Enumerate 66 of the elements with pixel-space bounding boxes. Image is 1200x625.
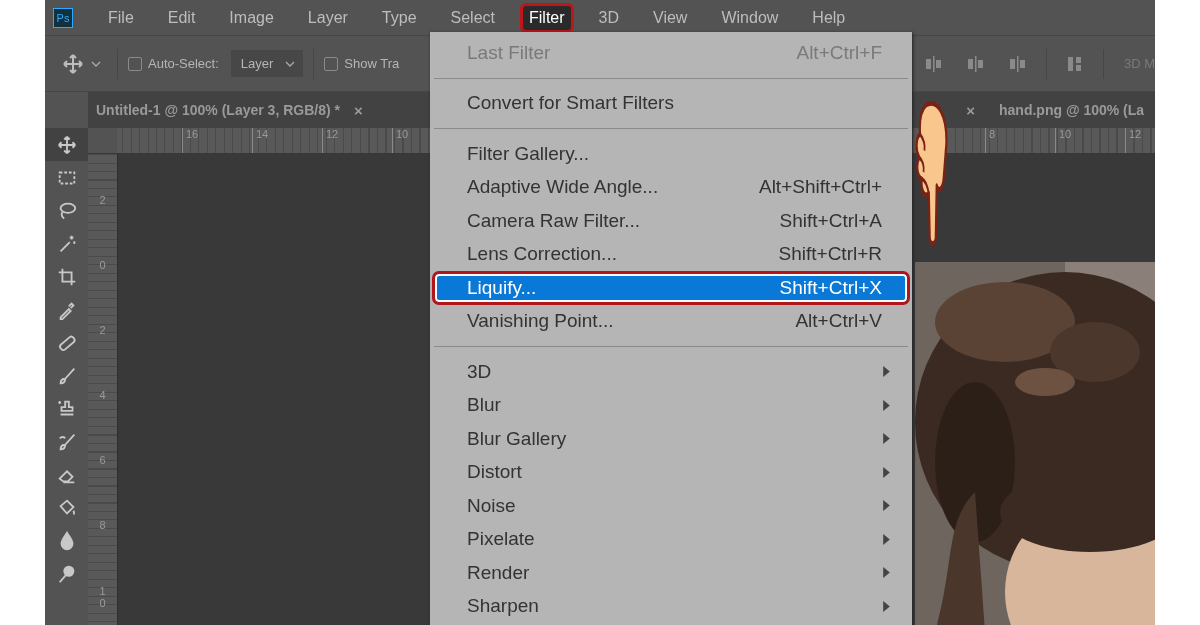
ruler-number: 2 bbox=[99, 324, 106, 337]
ruler-number: 10 bbox=[1055, 128, 1125, 153]
menu-item[interactable]: Type bbox=[372, 2, 426, 33]
checkbox[interactable] bbox=[128, 56, 142, 71]
document-tab[interactable]: Untitled-1 @ 100% (Layer 3, RGB/8) * × bbox=[88, 92, 379, 128]
menu-item[interactable]: Select bbox=[441, 2, 504, 33]
ruler-number: 12 bbox=[1125, 128, 1155, 153]
ruler-number: 8 bbox=[985, 128, 1055, 153]
ruler-number: 14 bbox=[252, 128, 322, 153]
checkbox-label: Auto-Select: bbox=[148, 56, 219, 71]
menu-item[interactable]: Blur Gallery bbox=[432, 422, 910, 456]
tab-title: Untitled-1 @ 100% (Layer 3, RGB/8) * bbox=[96, 102, 340, 118]
menu-item[interactable]: File bbox=[99, 2, 143, 33]
menu-item[interactable]: Lens Correction... Shift+Ctrl+R bbox=[432, 237, 910, 271]
ruler-number: 12 bbox=[322, 128, 392, 153]
submenu-arrow-icon bbox=[883, 399, 890, 411]
submenu-arrow-icon bbox=[883, 500, 890, 512]
menu-item[interactable]: Sharpen bbox=[432, 589, 910, 623]
ruler-number: 0 bbox=[99, 259, 106, 272]
menu-item[interactable]: Camera Raw Filter... Shift+Ctrl+A bbox=[432, 204, 910, 238]
submenu-arrow-icon bbox=[883, 433, 890, 445]
ruler-number: 2 bbox=[99, 194, 106, 207]
checkbox[interactable] bbox=[324, 56, 339, 71]
pointing-hand-icon bbox=[913, 100, 949, 248]
menu-item[interactable]: Noise bbox=[432, 489, 910, 523]
document-tab[interactable]: × bbox=[964, 92, 983, 128]
caret-icon[interactable] bbox=[285, 60, 296, 67]
menu-item[interactable]: Vanishing Point... Alt+Ctrl+V bbox=[432, 304, 910, 338]
menu-item[interactable]: Convert for Smart Filters bbox=[432, 86, 910, 120]
close-icon[interactable]: × bbox=[353, 101, 363, 119]
menu-item[interactable]: Blur bbox=[432, 388, 910, 422]
document-tab[interactable]: hand.png @ 100% (La bbox=[983, 92, 1155, 128]
ruler-number: 16 bbox=[182, 128, 252, 153]
menu-item[interactable]: Adaptive Wide Angle... Alt+Shift+Ctrl+ bbox=[432, 170, 910, 204]
menu-item[interactable]: 3D bbox=[589, 2, 629, 33]
menu-item[interactable]: Image bbox=[220, 2, 283, 33]
submenu-arrow-icon bbox=[883, 366, 890, 378]
submenu-arrow-icon bbox=[883, 533, 890, 545]
submenu-arrow-icon bbox=[883, 567, 890, 579]
menu-item[interactable]: Render bbox=[432, 556, 910, 590]
menu-item[interactable]: Liquify... Shift+Ctrl+X bbox=[432, 271, 910, 305]
ruler-number: 4 bbox=[99, 389, 106, 402]
menu-item[interactable]: Help bbox=[803, 2, 855, 33]
menu-item[interactable]: View bbox=[644, 2, 697, 33]
move-tool-icon[interactable] bbox=[55, 133, 78, 156]
menu-item[interactable]: Edit bbox=[158, 2, 205, 33]
menu-item[interactable]: Filter bbox=[520, 2, 574, 33]
tool-button[interactable] bbox=[45, 128, 88, 161]
move-tool-icon[interactable] bbox=[61, 51, 85, 76]
ruler-number: 6 bbox=[99, 454, 106, 467]
ruler-number: 8 bbox=[99, 519, 106, 532]
layer-dropdown[interactable]: Layer bbox=[230, 50, 304, 77]
menu-item[interactable]: Distort bbox=[432, 455, 910, 489]
app-logo[interactable]: Ps bbox=[53, 7, 73, 28]
submenu-arrow-icon bbox=[883, 600, 890, 612]
menu-item[interactable]: Pixelate bbox=[432, 522, 910, 556]
caret-icon[interactable] bbox=[91, 60, 101, 67]
ruler-corner bbox=[88, 128, 117, 153]
checkbox-label: Show Tra bbox=[344, 56, 400, 71]
menu-item[interactable]: Window bbox=[712, 2, 788, 33]
ruler-number: 10 bbox=[99, 584, 106, 609]
close-icon[interactable]: × bbox=[966, 101, 975, 119]
menu-item[interactable]: 3D bbox=[432, 355, 910, 389]
submenu-arrow-icon bbox=[883, 466, 890, 478]
menu-item[interactable]: Layer bbox=[298, 2, 357, 33]
tab-title: hand.png @ 100% (La bbox=[999, 102, 1145, 118]
